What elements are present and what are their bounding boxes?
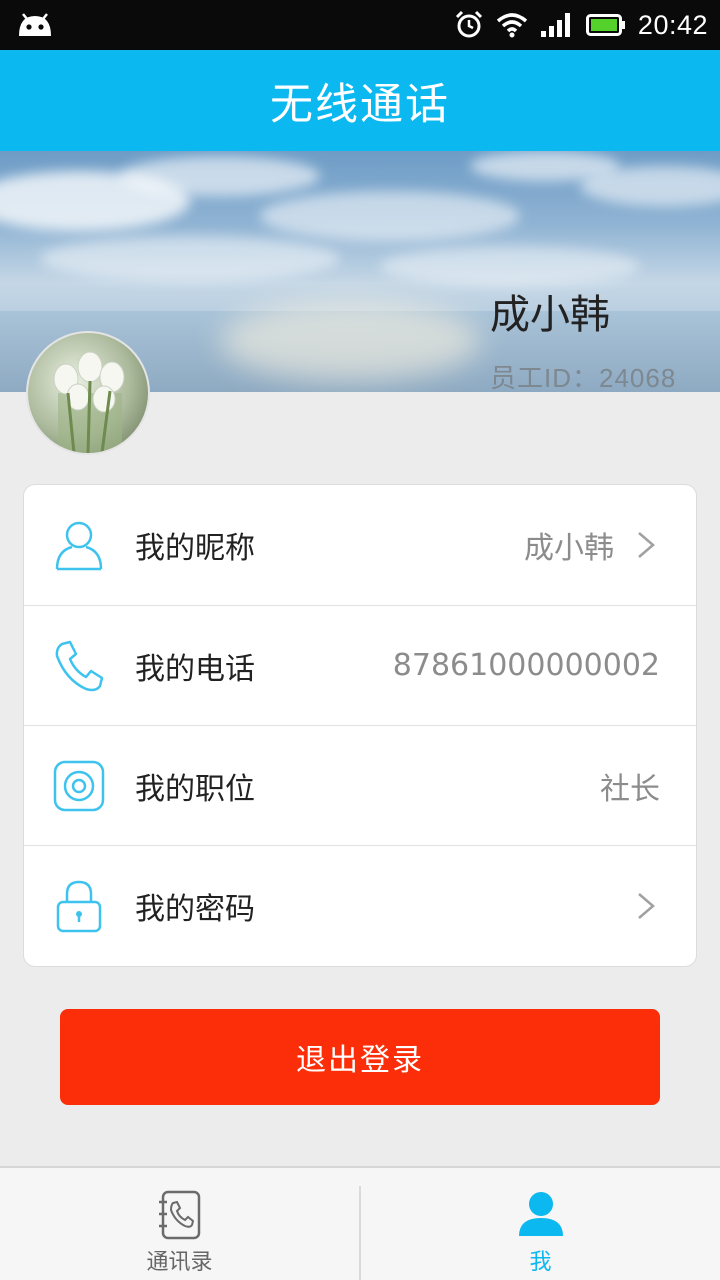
tab-contacts[interactable]: 通讯录 — [0, 1168, 359, 1280]
password-label: 我的密码 — [135, 891, 255, 927]
position-label: 我的职位 — [135, 771, 255, 807]
settings-row-password[interactable]: 我的密码 — [24, 845, 696, 965]
tab-me-label: 我 — [529, 1250, 552, 1275]
position-value: 社长 — [600, 771, 660, 807]
bottom-tab-bar: 通讯录 我 — [0, 1166, 720, 1280]
chevron-right-icon — [638, 893, 655, 919]
page-title: 无线通话 — [270, 79, 450, 130]
person-icon — [518, 1192, 563, 1236]
app-header: 无线通话 — [0, 50, 720, 151]
phone-value: 87861000000002 — [392, 648, 660, 683]
profile-name: 成小韩 — [490, 292, 610, 338]
status-time: 20:42 — [637, 9, 708, 40]
signal-icon — [540, 13, 570, 37]
alarm-icon — [455, 10, 482, 38]
position-icon — [53, 760, 105, 812]
contacts-icon — [158, 1190, 200, 1240]
user-icon — [55, 521, 103, 571]
phone-icon — [55, 640, 104, 692]
settings-row-position[interactable]: 我的职位 社长 — [24, 725, 696, 845]
settings-row-phone[interactable]: 我的电话 87861000000002 — [24, 605, 696, 725]
nickname-value: 成小韩 — [524, 531, 614, 566]
phone-label: 我的电话 — [135, 651, 255, 687]
settings-list: 我的昵称 成小韩 我的电话 87861000000002 我的职位 社长 我的密… — [23, 484, 697, 967]
wifi-icon — [496, 13, 528, 38]
avatar[interactable] — [26, 331, 150, 455]
battery-icon — [585, 14, 625, 36]
logout-button[interactable]: 退出登录 — [60, 1009, 660, 1105]
settings-row-nickname[interactable]: 我的昵称 成小韩 — [24, 485, 696, 605]
employee-id: 员工ID：24068 — [490, 363, 677, 393]
tab-contacts-label: 通讯录 — [146, 1250, 213, 1275]
status-bar: 20:42 — [0, 0, 720, 50]
nickname-label: 我的昵称 — [135, 531, 255, 566]
lock-icon — [56, 880, 102, 933]
tab-me[interactable]: 我 — [361, 1168, 720, 1280]
chevron-right-icon — [638, 532, 655, 558]
android-icon — [19, 13, 51, 36]
